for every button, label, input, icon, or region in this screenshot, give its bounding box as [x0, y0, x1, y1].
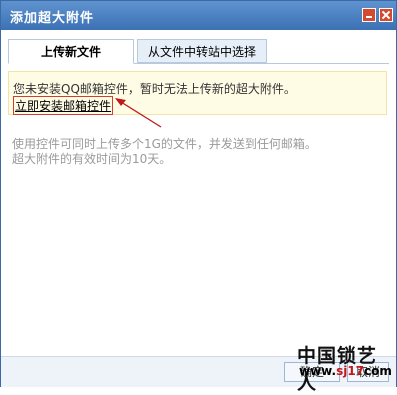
watermark-url-brand: sj17 [336, 364, 365, 378]
watermark-url: www.sj17com [299, 364, 392, 378]
add-large-attachment-dialog: 添加超大附件 上传新文件 从文件中转站中选择 您未安装QQ邮箱控件，暂时无法上传… [0, 0, 397, 394]
annotation-arrow [115, 98, 162, 128]
watermark-url-suffix: com [364, 364, 392, 378]
watermark-url-prefix: www. [299, 364, 337, 378]
info-line-1: 使用控件可同时上传多个1G的文件，并发送到任何邮箱。 [12, 137, 317, 151]
info-text: 使用控件可同时上传多个1G的文件，并发送到任何邮箱。 超大附件的有效时间为10天… [12, 137, 317, 167]
info-line-2: 超大附件的有效时间为10天。 [12, 152, 172, 166]
